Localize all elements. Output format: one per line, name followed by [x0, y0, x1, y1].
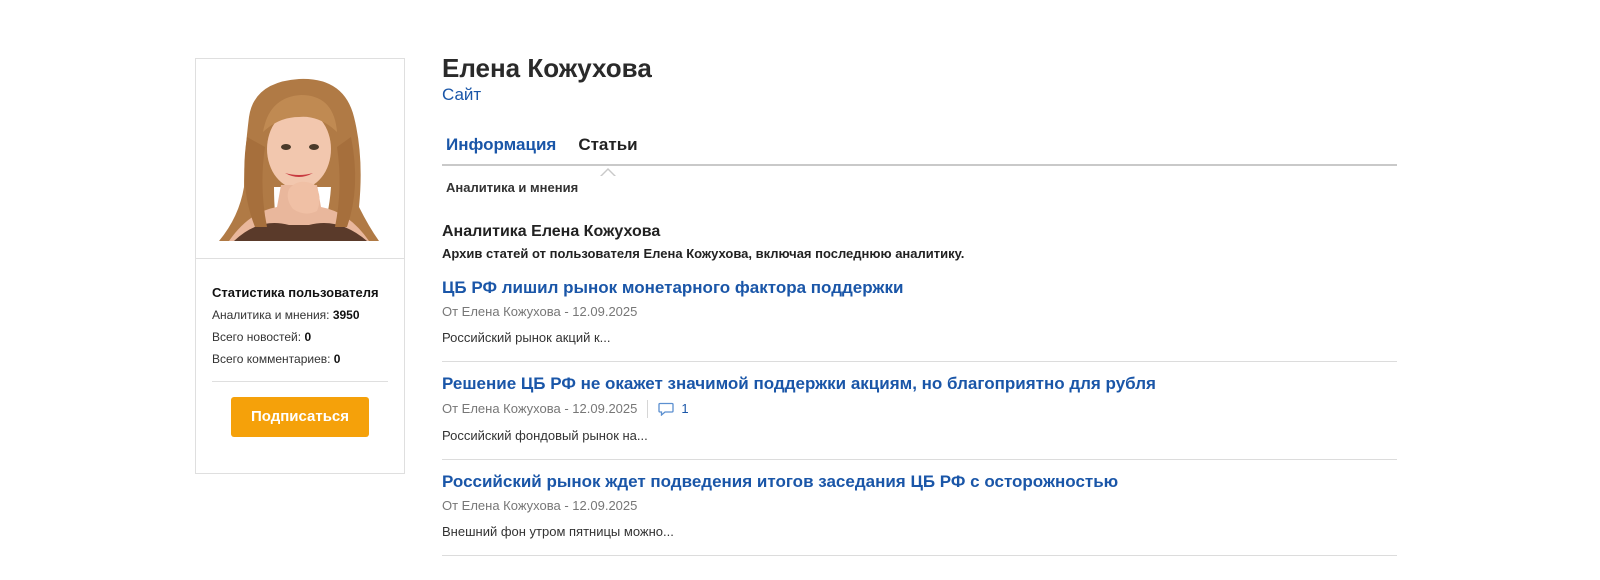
active-tab-indicator [599, 168, 616, 176]
subscribe-container: Подписаться [196, 382, 404, 437]
tab-label: Информация [446, 135, 557, 154]
stat-row-comments: Всего комментариев: 0 [212, 352, 388, 367]
user-stats: Статистика пользователя Аналитика и мнен… [196, 259, 404, 382]
profile-photo [219, 77, 381, 241]
article-snippet: Российский фондовый рынок на... [442, 428, 648, 443]
meta-separator [647, 400, 649, 418]
page-title: Елена Кожухова [442, 53, 652, 83]
tab-label: Статьи [578, 135, 638, 154]
stat-value: 3950 [332, 308, 360, 322]
profile-card: Статистика пользователя Аналитика и мнен… [195, 58, 405, 474]
subtab-analytics[interactable]: Аналитика и мнения [442, 180, 1397, 196]
article-title-link[interactable]: Решение ЦБ РФ не окажет значимой поддерж… [442, 373, 1156, 395]
article-title-link[interactable]: ЦБ РФ лишил рынок монетарного фактора по… [442, 277, 903, 299]
article-list: ЦБ РФ лишил рынок монетарного фактора по… [442, 268, 1397, 556]
list-item: Российский рынок ждет подведения итогов … [442, 460, 1397, 556]
article-meta: От Елена Кожухова - 12.09.2025 [442, 498, 1397, 514]
tab-information[interactable]: Информация [442, 134, 560, 164]
subscribe-button[interactable]: Подписаться [231, 397, 369, 437]
section-description: Архив статей от пользователя Елена Кожух… [442, 246, 965, 261]
stat-row-analytics: Аналитика и мнения: 3950 [212, 308, 388, 323]
main-content: Елена Кожухова Сайт Информация Статьи Ан… [442, 52, 1397, 556]
stat-label: Аналитика и мнения: [212, 308, 330, 322]
list-item: Решение ЦБ РФ не окажет значимой поддерж… [442, 362, 1397, 460]
article-byline: От Елена Кожухова - 12.09.2025 [442, 401, 638, 416]
stat-label: Всего комментариев: [212, 352, 331, 366]
article-snippet: Внешний фон утром пятницы можно... [442, 524, 674, 539]
comment-icon[interactable] [658, 402, 675, 416]
tab-articles[interactable]: Статьи [574, 134, 641, 176]
article-meta: От Елена Кожухова - 12.09.2025 [442, 304, 1397, 320]
comment-count[interactable]: 1 [681, 401, 688, 417]
stats-title: Статистика пользователя [212, 285, 379, 300]
article-snippet: Российский рынок акций к... [442, 330, 611, 345]
stat-value: 0 [333, 352, 341, 366]
article-meta: От Елена Кожухова - 12.09.2025 1 [442, 400, 1397, 418]
profile-photo-container [196, 59, 404, 259]
stat-label: Всего новостей: [212, 330, 302, 344]
list-item: ЦБ РФ лишил рынок монетарного фактора по… [442, 268, 1397, 362]
article-title-link[interactable]: Российский рынок ждет подведения итогов … [442, 471, 1118, 493]
stat-value: 0 [304, 330, 312, 344]
article-byline: От Елена Кожухова - 12.09.2025 [442, 498, 638, 513]
profile-tabs: Информация Статьи [442, 134, 1397, 176]
stat-row-news: Всего новостей: 0 [212, 330, 388, 345]
article-byline: От Елена Кожухова - 12.09.2025 [442, 304, 638, 319]
section-heading: Аналитика Елена Кожухова [442, 223, 661, 240]
site-link[interactable]: Сайт [442, 84, 481, 106]
